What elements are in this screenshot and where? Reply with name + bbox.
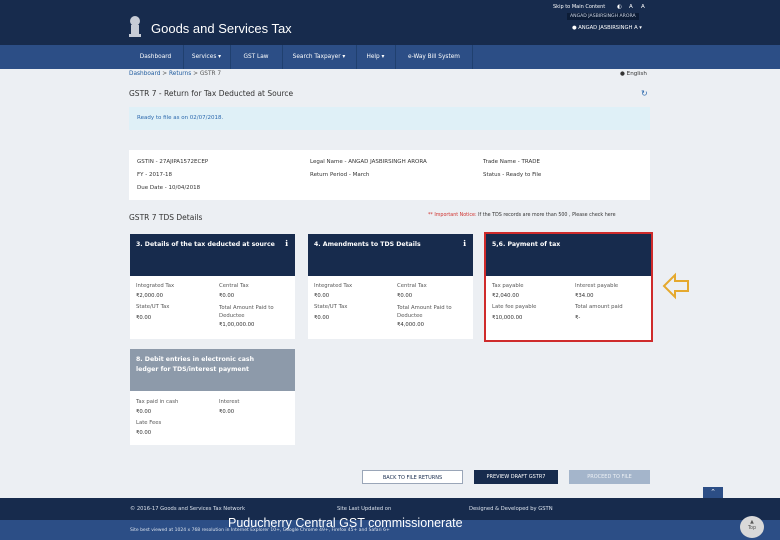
card-value: ₹0.00 — [136, 430, 152, 436]
preview-draft-button[interactable]: PREVIEW DRAFT GSTR7 — [474, 470, 558, 484]
user-badge: ANGAD JASBIRSINGH ARORA — [567, 13, 639, 20]
card-label: Total Amount Paid to Deductee — [397, 305, 452, 319]
footer-designed: Designed & Developed by GSTN — [469, 506, 553, 512]
arrow-left-icon — [662, 272, 689, 300]
header-bar: Goods and Services Tax Skip to Main Cont… — [0, 0, 780, 45]
notice-text[interactable]: If the TDS records are more than 500 , P… — [478, 213, 615, 218]
card-value: ₹0.00 — [314, 315, 330, 321]
breadcrumb-current: GSTR 7 — [199, 71, 222, 77]
card-label: State/UT Tax — [314, 304, 348, 310]
card-header: 5,6. Payment of tax — [486, 234, 651, 276]
nav-eway-bill[interactable]: e-Way Bill System — [396, 45, 472, 69]
card-label: Interest — [219, 399, 240, 405]
card-value: ₹10,000.00 — [492, 315, 523, 321]
info-icon[interactable]: ℹ — [463, 239, 466, 248]
user-menu[interactable]: ● ANGAD JASBIRSINGH A ▾ — [572, 25, 642, 31]
font-size-increase[interactable]: A — [629, 4, 633, 10]
nav-help[interactable]: Help ▾ — [357, 45, 394, 69]
card-label: Central Tax — [219, 283, 249, 289]
skip-link[interactable]: Skip to Main Content — [553, 4, 605, 10]
watermark-text: Puducherry Central GST commissionerate — [228, 516, 463, 530]
card-label: State/UT Tax — [136, 304, 170, 310]
proceed-to-file-button[interactable]: PROCEED TO FILE — [569, 470, 650, 484]
language-selector[interactable]: ● English — [620, 71, 647, 77]
gstin: GSTIN - 27AJIPA1572ECEP — [137, 159, 209, 165]
card-value: ₹4,000.00 — [397, 322, 424, 328]
card-label: Late fee payable — [492, 304, 537, 310]
globe-icon: ● — [620, 71, 627, 77]
top-arrow-icon: ▲ — [750, 520, 754, 525]
card-title: 8. Debit entries in electronic cash ledg… — [136, 356, 254, 373]
trade-name: Trade Name - TRADE — [483, 159, 540, 165]
breadcrumb-returns[interactable]: Returns — [169, 71, 191, 77]
nav-help-label: Help — [366, 54, 380, 60]
notice-mark: ** — [428, 213, 433, 218]
card-value: ₹0.00 — [136, 409, 152, 415]
user-menu-label: ANGAD JASBIRSINGH A — [578, 25, 638, 31]
card-header: 8. Debit entries in electronic cash ledg… — [130, 349, 295, 391]
contrast-icon[interactable]: ◐ — [617, 4, 622, 10]
important-notice: ** Important Notice: If the TDS records … — [428, 213, 616, 218]
card-value: ₹0.00 — [219, 409, 235, 415]
card-label: Tax paid in cash — [136, 399, 179, 405]
legal-name: Legal Name - ANGAD JASBIRSINGH ARORA — [310, 159, 427, 165]
scroll-up-icon[interactable]: ⌃ — [703, 487, 723, 498]
breadcrumb: Dashboard > Returns > GSTR 7 — [129, 71, 222, 77]
card-amendments[interactable]: 4. Amendments to TDS Details ℹ Integrated… — [308, 234, 473, 339]
card-value: ₹2,040.00 — [492, 293, 519, 299]
card-label: Integrated Tax — [314, 283, 353, 289]
card-header: 4. Amendments to TDS Details ℹ — [308, 234, 473, 276]
card-label: Integrated Tax — [136, 283, 175, 289]
font-size-decrease[interactable]: A — [641, 4, 645, 10]
back-to-top-button[interactable]: ▲ Top — [740, 516, 764, 538]
card-label: Tax payable — [492, 283, 524, 289]
card-value: ₹0.00 — [397, 293, 413, 299]
language-label: English — [626, 71, 647, 77]
main-nav: Dashboard Services ▾ GST Law Search Taxp… — [0, 45, 780, 69]
card-value: ₹2,000.00 — [136, 293, 163, 299]
section-title: GSTR 7 TDS Details — [129, 213, 203, 222]
nav-services[interactable]: Services ▾ — [184, 45, 229, 69]
return-status: Status - Ready to File — [483, 172, 542, 178]
card-value: ₹0.00 — [136, 315, 152, 321]
card-value: ₹1,00,000.00 — [219, 322, 255, 328]
card-value: ₹0.00 — [314, 293, 330, 299]
info-icon[interactable]: ℹ — [285, 239, 288, 248]
card-label: Interest payable — [575, 283, 619, 289]
site-title[interactable]: Goods and Services Tax — [151, 21, 292, 36]
financial-year: FY - 2017-18 — [137, 172, 172, 178]
card-debit-entries[interactable]: 8. Debit entries in electronic cash ledg… — [130, 349, 295, 445]
back-to-file-returns-button[interactable]: BACK TO FILE RETURNS — [362, 470, 463, 484]
card-label: Total Amount Paid to Deductee — [219, 305, 274, 319]
card-header: 3. Details of the tax deducted at source… — [130, 234, 295, 276]
footer-updated: Site Last Updated on — [337, 506, 392, 512]
card-title: 5,6. Payment of tax — [492, 241, 561, 248]
card-payment-of-tax[interactable]: 5,6. Payment of tax Tax payable ₹2,040.0… — [484, 232, 653, 342]
card-value: ₹34.00 — [575, 293, 594, 299]
nav-dashboard[interactable]: Dashboard — [128, 45, 183, 69]
notice-label: Important Notice: — [434, 213, 477, 218]
national-emblem-icon — [129, 16, 141, 37]
breadcrumb-dashboard[interactable]: Dashboard — [129, 71, 160, 77]
ready-alert: Ready to file as on 02/07/2018. — [129, 107, 650, 130]
top-label: Top — [747, 526, 757, 531]
card-title: 4. Amendments to TDS Details — [314, 241, 421, 248]
card-title: 3. Details of the tax deducted at source — [136, 241, 275, 248]
nav-gst-law[interactable]: GST Law — [231, 45, 281, 69]
due-date: Due Date - 10/04/2018 — [137, 185, 201, 191]
taxpayer-info: GSTIN - 27AJIPA1572ECEP FY - 2017-18 Due… — [129, 150, 650, 200]
nav-search-taxpayer-label: Search Taxpayer — [292, 54, 341, 60]
card-label: Late Fees — [136, 420, 162, 426]
card-value: ₹- — [575, 315, 581, 321]
page-title: GSTR 7 - Return for Tax Deducted at Sour… — [129, 89, 294, 98]
nav-search-taxpayer[interactable]: Search Taxpayer ▾ — [283, 45, 355, 69]
card-tax-deducted[interactable]: 3. Details of the tax deducted at source… — [130, 234, 295, 339]
card-value: ₹0.00 — [219, 293, 235, 299]
nav-services-label: Services — [191, 54, 217, 60]
card-label: Total amount paid — [575, 304, 623, 310]
return-period: Return Period - March — [310, 172, 370, 178]
footer-copyright: © 2016-17 Goods and Services Tax Network — [130, 506, 245, 512]
refresh-icon[interactable]: ↻ — [641, 89, 648, 98]
card-label: Central Tax — [397, 283, 427, 289]
